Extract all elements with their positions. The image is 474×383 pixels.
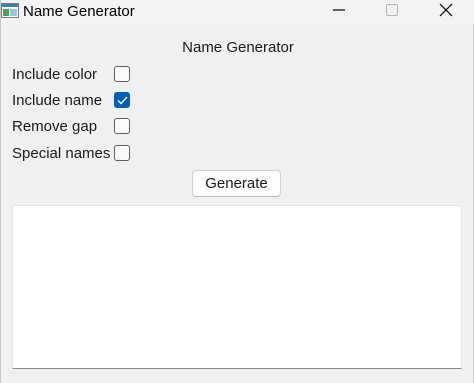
remove-gap-checkbox[interactable]	[114, 118, 130, 134]
include-name-label: Include name	[12, 92, 103, 109]
include-color-checkbox[interactable]	[114, 66, 130, 82]
special-names-checkbox[interactable]	[114, 145, 130, 161]
page-heading: Name Generator	[182, 39, 294, 56]
close-icon	[439, 3, 453, 22]
output-textbox[interactable]	[12, 205, 462, 369]
special-names-label: Special names	[12, 145, 111, 162]
app-window: Name Generator Name Generator Include co…	[0, 0, 474, 383]
minimize-button[interactable]	[316, 0, 362, 24]
app-icon	[1, 3, 19, 18]
minimize-icon	[333, 3, 345, 21]
remove-gap-label: Remove gap	[12, 118, 98, 135]
include-color-label: Include color	[12, 66, 98, 83]
title-bar[interactable]: Name Generator	[1, 0, 474, 24]
generate-button[interactable]: Generate	[192, 170, 281, 197]
close-button[interactable]	[423, 0, 469, 24]
maximize-button[interactable]	[369, 0, 415, 24]
window-title: Name Generator	[23, 3, 135, 20]
include-name-checkbox[interactable]	[114, 92, 130, 108]
maximize-icon	[386, 3, 398, 21]
checkmark-icon	[117, 96, 128, 105]
